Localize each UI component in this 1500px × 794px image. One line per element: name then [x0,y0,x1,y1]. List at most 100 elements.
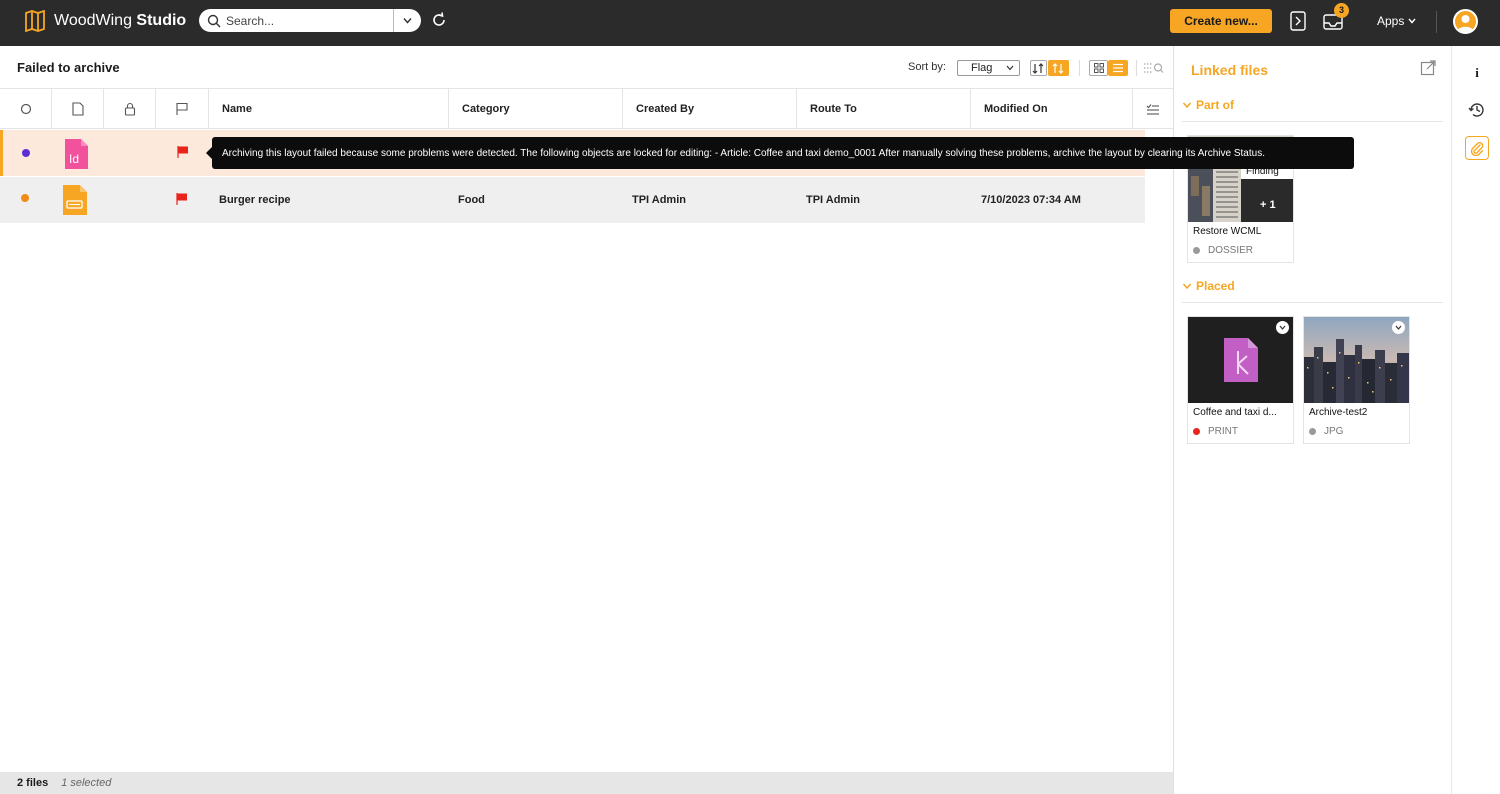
card-title: Archive-test2 [1309,407,1368,418]
app-brand[interactable]: WoodWing Studio [24,10,186,32]
chevron-down-icon [1182,102,1192,109]
row-name: Burger recipe [219,194,291,206]
file-icon [71,102,84,116]
sort-value: Flag [971,62,993,74]
sort-descending-button[interactable] [1048,60,1069,76]
card-type-label: PRINT [1208,426,1238,437]
top-bar: WoodWing Studio Create new... 3 Apps [0,0,1500,46]
status-bar: 2 files 1 selected [0,772,1173,794]
type-dot [1193,247,1200,254]
card-type-label: DOSSIER [1208,245,1254,256]
refresh-icon[interactable] [430,11,448,29]
search-input[interactable] [226,13,386,28]
column-modified-on[interactable]: Modified On [971,89,1133,129]
brand-light: WoodWing [54,12,132,29]
open-external-icon[interactable] [1420,60,1436,76]
linked-file-card[interactable]: Coffee and taxi d... PRINT [1187,316,1294,444]
column-route-to[interactable]: Route To [797,89,971,129]
column-settings-icon [1146,104,1159,115]
type-dot [1193,428,1200,435]
sign-in-icon[interactable] [1288,10,1308,32]
row-category: Food [458,194,485,206]
user-avatar[interactable] [1453,9,1478,34]
grid-view-button[interactable] [1089,60,1108,76]
woodwing-logo-icon [25,10,45,32]
svg-text:Id: Id [69,152,79,166]
search-icon [207,14,221,27]
table-header: Name Category Created By Route To Modifi… [0,88,1173,129]
sort-ascending-button[interactable] [1030,60,1047,76]
divider [1436,11,1437,33]
type-dot [1309,428,1316,435]
divider [1182,121,1443,122]
info-icon: i [1475,65,1479,80]
divider [1182,302,1443,303]
archive-error-tooltip: Archiving this layout failed because som… [206,137,1354,169]
app-name: WoodWing Studio [54,12,186,30]
side-rail: i [1451,46,1500,794]
column-status[interactable] [0,89,52,129]
card-title: Coffee and taxi d... [1193,407,1277,418]
flag-icon [176,102,188,115]
flag-icon[interactable] [176,145,190,159]
preview-toggle-button[interactable] [1143,60,1165,76]
chevron-down-icon [1395,325,1402,330]
card-type: JPG [1309,426,1343,437]
chevron-down-icon [1408,18,1416,24]
history-button[interactable] [1466,99,1488,121]
article-icon [63,185,87,215]
apps-menu[interactable]: Apps [1377,14,1416,28]
flag-icon[interactable] [175,192,189,206]
placed-label: Placed [1196,279,1235,293]
linked-files-button[interactable] [1465,136,1489,160]
column-created-by[interactable]: Created By [623,89,797,129]
column-flag[interactable] [156,89,209,129]
more-count: + 1 [1260,199,1276,211]
search-options-button[interactable] [393,9,421,32]
card-title: Restore WCML [1193,226,1262,237]
column-type[interactable] [52,89,104,129]
card-menu-button[interactable] [1392,321,1405,334]
selection-count: 1 selected [61,777,112,789]
user-icon [1457,15,1474,32]
list-view-button[interactable] [1108,60,1128,76]
chevron-down-icon [1006,65,1014,71]
column-settings-button[interactable] [1133,89,1173,129]
part-of-section-header[interactable]: Part of [1182,98,1234,112]
history-icon [1468,103,1484,117]
card-menu-button[interactable] [1276,321,1289,334]
placed-section-header[interactable]: Placed [1182,279,1235,293]
column-category[interactable]: Category [449,89,623,129]
page-title: Failed to archive [17,60,120,75]
brand-bold: Studio [136,12,187,29]
column-lock[interactable] [104,89,156,129]
linked-file-card[interactable]: Archive-test2 JPG [1303,316,1410,444]
card-type-label: JPG [1324,426,1344,437]
row-modified-on: 7/10/2023 07:34 AM [981,194,1081,206]
create-new-button[interactable]: Create new... [1170,9,1272,33]
chevron-down-icon [1182,283,1192,290]
list-view-icon [1113,63,1123,73]
panel-title: Linked files [1191,62,1269,78]
chevron-down-icon [403,18,412,24]
file-count: 2 files [17,777,49,789]
info-button[interactable]: i [1466,62,1488,84]
status-dot [21,194,29,202]
lock-icon [124,102,135,116]
card-type: PRINT [1193,426,1238,437]
table-row[interactable]: Burger recipe Food TPI Admin TPI Admin 7… [0,177,1145,223]
search-box [199,9,421,32]
incopy-file-icon [1224,338,1258,382]
apps-label: Apps [1377,14,1405,28]
sort-select[interactable]: Flag [957,60,1020,76]
row-route-to: TPI Admin [806,194,860,206]
card-type: DOSSIER [1193,245,1253,256]
column-name[interactable]: Name [209,89,449,129]
sort-ascending-icon [1032,62,1044,74]
status-dot [22,149,30,157]
notification-badge: 3 [1334,3,1349,18]
sort-label: Sort by: [908,61,946,73]
grid-view-icon [1093,63,1104,73]
indesign-icon: Id [65,139,88,169]
divider [1136,60,1137,76]
